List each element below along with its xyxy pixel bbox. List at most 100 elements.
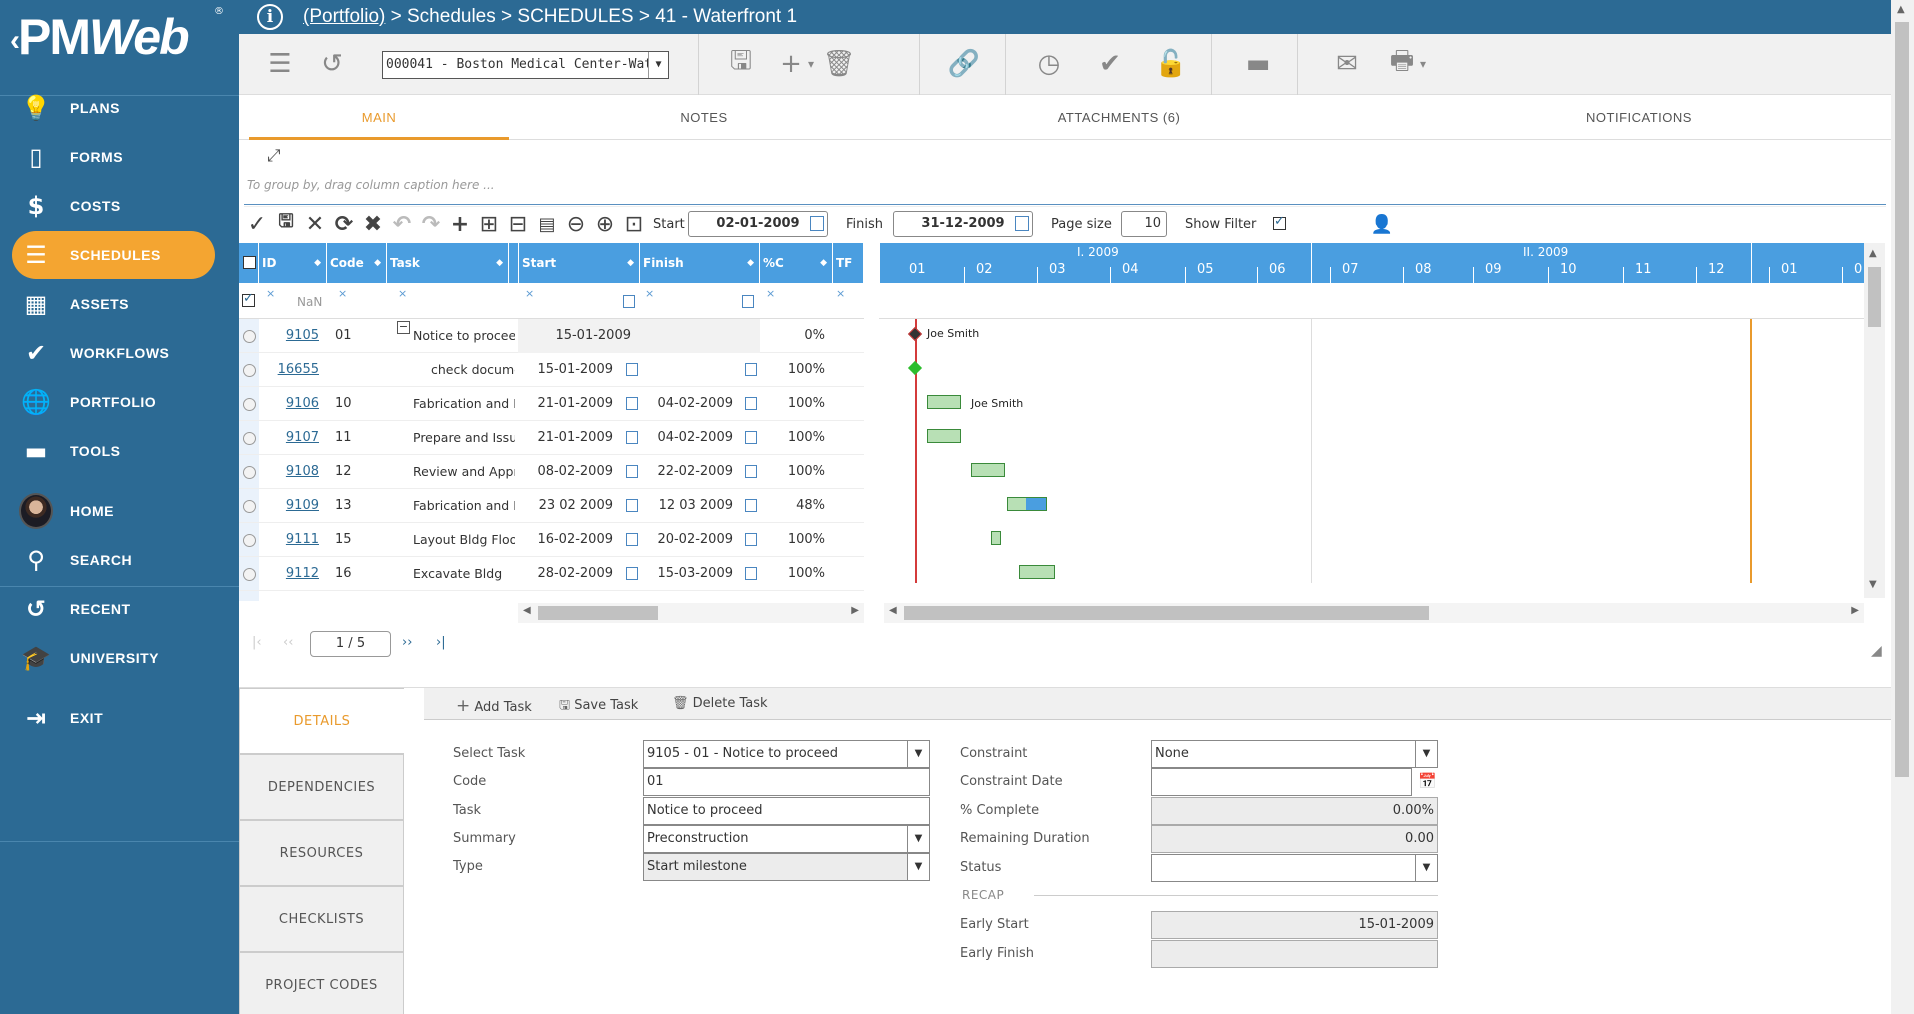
- task-id-link[interactable]: 9108: [286, 464, 319, 479]
- clear-filter-icon[interactable]: ×: [836, 287, 845, 300]
- zoom-out-icon[interactable]: ⊖: [563, 211, 589, 237]
- save-icon[interactable]: 🖫: [273, 211, 299, 237]
- undo-icon[interactable]: ↶: [389, 211, 415, 237]
- task-id-link[interactable]: 9112: [286, 566, 319, 581]
- tab-details[interactable]: DETAILS: [239, 688, 404, 754]
- sidebar-item-exit[interactable]: ⇥ EXIT: [0, 694, 239, 742]
- clear-filter-icon[interactable]: ×: [398, 287, 407, 300]
- grid-horizontal-scrollbar[interactable]: ◀ ▶: [518, 603, 864, 623]
- id-filter-input[interactable]: NaN: [297, 295, 322, 309]
- approve-check-icon[interactable]: ✔: [1095, 49, 1125, 79]
- summary-dropdown[interactable]: Preconstruction ▼: [643, 825, 930, 853]
- redo-icon[interactable]: ↷: [418, 211, 444, 237]
- table-row[interactable]: 9107 11 Prepare and Issue 21-01-2009 04-02-2…: [239, 421, 864, 455]
- table-row[interactable]: 9108 12 Review and Approve 08-02-2009 22-02-…: [239, 455, 864, 489]
- start-date-input[interactable]: 02-01-2009: [688, 211, 828, 237]
- chevron-down-icon[interactable]: ▼: [648, 52, 668, 78]
- task-bar[interactable]: [1019, 565, 1055, 579]
- next-page-icon[interactable]: ››: [402, 635, 412, 650]
- tab-checklists[interactable]: CHECKLISTS: [239, 886, 404, 952]
- col-percent[interactable]: %C ◆: [760, 243, 833, 283]
- save-icon[interactable]: 🖫: [726, 46, 756, 79]
- col-task[interactable]: Task ◆: [387, 243, 509, 283]
- table-row[interactable]: 9106 10 Fabrication and Delivery 21-01-2009…: [239, 387, 864, 421]
- clear-filter-icon[interactable]: ×: [266, 287, 275, 300]
- clock-icon[interactable]: ◷: [1034, 49, 1064, 79]
- table-row[interactable]: 9105 01 − Notice to proceed 15-01-2009 0%: [239, 319, 864, 353]
- user-icon[interactable]: 👤: [1369, 211, 1395, 237]
- add-icon[interactable]: +: [776, 49, 806, 79]
- constraint-dropdown[interactable]: None ▼: [1151, 740, 1438, 768]
- sidebar-item-portfolio[interactable]: 🌐 PORTFOLIO: [0, 378, 239, 426]
- calendar-icon[interactable]: [623, 295, 635, 308]
- task-id-link[interactable]: 9105: [286, 328, 319, 343]
- collapse-icon[interactable]: −: [397, 321, 410, 334]
- tab-notifications[interactable]: NOTIFICATIONS: [1559, 95, 1719, 140]
- gantt-vertical-scrollbar[interactable]: ▲ ▼: [1864, 243, 1885, 598]
- calendar-icon[interactable]: [626, 567, 638, 580]
- collapse-all-icon[interactable]: ⊟: [505, 211, 531, 237]
- add-icon[interactable]: +: [447, 211, 473, 237]
- document-icon[interactable]: ▤: [534, 211, 560, 237]
- archive-icon[interactable]: ▬: [1243, 49, 1273, 79]
- calendar-icon[interactable]: [1015, 216, 1029, 231]
- clear-filter-icon[interactable]: ×: [766, 287, 775, 300]
- calendar-icon[interactable]: [745, 567, 757, 580]
- tab-project-codes[interactable]: PROJECT CODES: [239, 952, 404, 1014]
- calendar-icon[interactable]: [745, 533, 757, 546]
- expand-all-icon[interactable]: ⊞: [476, 211, 502, 237]
- page-size-input[interactable]: 10: [1121, 211, 1167, 237]
- code-field[interactable]: 01: [643, 768, 930, 796]
- trash-icon[interactable]: 🗑: [823, 49, 856, 79]
- col-code[interactable]: Code ◆: [327, 243, 387, 283]
- calendar-icon[interactable]: [742, 295, 754, 308]
- sidebar-item-schedules[interactable]: ☰ SCHEDULES: [12, 231, 215, 279]
- calendar-icon[interactable]: [745, 397, 757, 410]
- print-icon[interactable]: 🖶: [1387, 46, 1417, 79]
- col-finish[interactable]: Finish ◆: [640, 243, 760, 283]
- sidebar-item-plans[interactable]: 💡 PLANS: [0, 84, 239, 132]
- sidebar-item-costs[interactable]: $ COSTS: [0, 182, 239, 230]
- clear-filter-icon[interactable]: ×: [645, 287, 654, 300]
- sidebar-item-recent[interactable]: ↺ RECENT: [0, 585, 239, 633]
- row-select-radio[interactable]: [243, 398, 256, 411]
- list-icon[interactable]: ☰: [265, 49, 295, 79]
- first-page-icon[interactable]: |‹: [252, 635, 262, 650]
- calendar-icon[interactable]: [745, 431, 757, 444]
- calendar-icon[interactable]: 📅: [1418, 772, 1437, 790]
- close-icon[interactable]: ✕: [302, 211, 328, 237]
- tab-notes[interactable]: NOTES: [639, 95, 769, 140]
- col-start[interactable]: Start ◆: [518, 243, 640, 283]
- project-select[interactable]: 000041 - Boston Medical Center-Waterfron…: [382, 51, 669, 79]
- sidebar-item-forms[interactable]: ▯ FORMS: [0, 133, 239, 181]
- select-task-dropdown[interactable]: 9105 - 01 - Notice to proceed ▼: [643, 740, 930, 768]
- task-bar[interactable]: [927, 429, 961, 443]
- check-icon[interactable]: ✓: [244, 211, 270, 237]
- row-select-radio[interactable]: [243, 432, 256, 445]
- task-bar[interactable]: [1007, 497, 1047, 511]
- zoom-in-icon[interactable]: ⊕: [592, 211, 618, 237]
- row-select-radio[interactable]: [243, 364, 256, 377]
- gantt-horizontal-scrollbar[interactable]: ◀ ▶: [884, 603, 1864, 623]
- chevron-down-icon[interactable]: ▾: [1416, 49, 1430, 79]
- show-filter-checkbox[interactable]: [1273, 214, 1286, 230]
- task-field[interactable]: Notice to proceed: [643, 797, 930, 825]
- row-select-radio[interactable]: [243, 466, 256, 479]
- task-bar[interactable]: [927, 395, 961, 409]
- page-vertical-scrollbar[interactable]: ▲: [1891, 0, 1914, 1014]
- tab-dependencies[interactable]: DEPENDENCIES: [239, 754, 404, 820]
- task-id-link[interactable]: 16655: [278, 362, 319, 377]
- history-icon[interactable]: ↺: [317, 49, 347, 79]
- row-select-radio[interactable]: [243, 330, 256, 343]
- page-indicator[interactable]: 1 / 5: [310, 631, 391, 657]
- lock-icon[interactable]: 🔓: [1155, 49, 1187, 79]
- row-select-radio[interactable]: [243, 534, 256, 547]
- finish-date-input[interactable]: 31-12-2009: [893, 211, 1033, 237]
- table-row[interactable]: 16655 check documents 15-01-2009 100%: [239, 353, 864, 387]
- sidebar-item-search[interactable]: ⚲ SEARCH: [0, 536, 239, 584]
- sidebar-item-university[interactable]: 🎓 UNIVERSITY: [0, 634, 239, 682]
- table-row[interactable]: 9112 16 Excavate Bldg 28-02-2009 15-03-2009 1…: [239, 557, 864, 591]
- refresh-icon[interactable]: ⟳: [331, 211, 357, 237]
- col-id[interactable]: ID ◆: [259, 243, 327, 283]
- task-id-link[interactable]: 9107: [286, 430, 319, 445]
